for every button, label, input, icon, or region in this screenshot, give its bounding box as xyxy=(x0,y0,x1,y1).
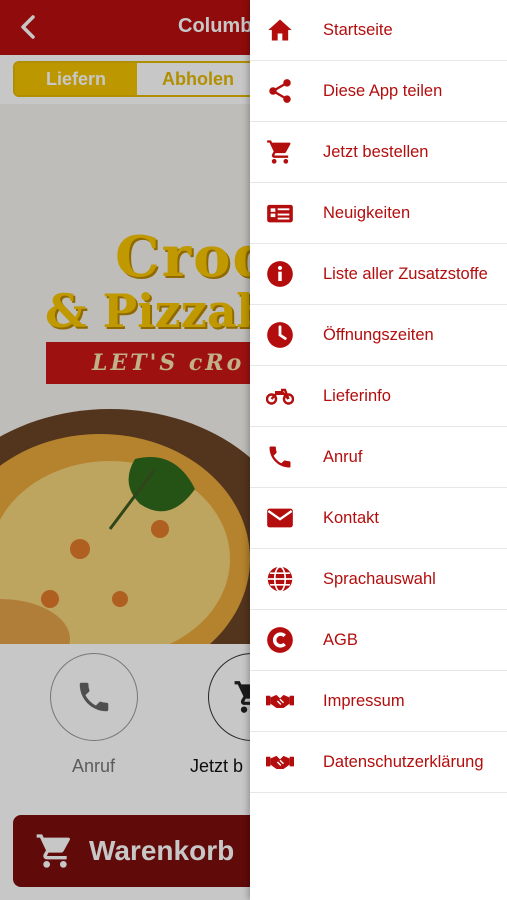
menu-item-label: Startseite xyxy=(323,20,393,39)
menu-item-privacy[interactable]: Datenschutzerklärung xyxy=(250,732,507,793)
handshake-icon xyxy=(266,748,294,776)
menu-item-label: Datenschutzerklärung xyxy=(323,752,484,771)
clock-icon xyxy=(266,321,294,349)
menu-item-terms[interactable]: AGB xyxy=(250,610,507,671)
menu-item-call[interactable]: Anruf xyxy=(250,427,507,488)
phone-icon xyxy=(266,443,294,471)
side-drawer: Startseite Diese App teilen Jetzt bestel… xyxy=(250,0,507,900)
menu-item-share[interactable]: Diese App teilen xyxy=(250,61,507,122)
share-icon xyxy=(266,77,294,105)
motorcycle-icon xyxy=(266,382,294,410)
menu-item-label: Kontakt xyxy=(323,508,379,527)
menu-item-delivery-info[interactable]: Lieferinfo xyxy=(250,366,507,427)
menu-item-news[interactable]: Neuigkeiten xyxy=(250,183,507,244)
menu-item-label: Liste aller Zusatzstoffe xyxy=(323,264,488,283)
news-icon xyxy=(266,199,294,227)
menu-item-label: Diese App teilen xyxy=(323,81,443,100)
info-icon xyxy=(266,260,294,288)
menu-item-imprint[interactable]: Impressum xyxy=(250,671,507,732)
menu-item-label: Sprachauswahl xyxy=(323,569,436,588)
globe-icon xyxy=(266,565,294,593)
cart-icon xyxy=(266,138,294,166)
menu-item-opening-hours[interactable]: Öffnungszeiten xyxy=(250,305,507,366)
menu-item-label: AGB xyxy=(323,630,358,649)
menu-item-language[interactable]: Sprachauswahl xyxy=(250,549,507,610)
menu-item-label: Impressum xyxy=(323,691,405,710)
menu-item-label: Öffnungszeiten xyxy=(323,325,434,344)
menu-item-label: Jetzt bestellen xyxy=(323,142,429,161)
menu-item-label: Lieferinfo xyxy=(323,386,391,405)
handshake-icon xyxy=(266,687,294,715)
envelope-icon xyxy=(266,504,294,532)
menu-item-additives[interactable]: Liste aller Zusatzstoffe xyxy=(250,244,507,305)
menu-item-contact[interactable]: Kontakt xyxy=(250,488,507,549)
home-icon xyxy=(266,16,294,44)
copyright-icon xyxy=(266,626,294,654)
menu-item-label: Neuigkeiten xyxy=(323,203,411,222)
menu-item-order[interactable]: Jetzt bestellen xyxy=(250,122,507,183)
menu-item-startseite[interactable]: Startseite xyxy=(250,0,507,61)
menu-item-label: Anruf xyxy=(323,447,363,466)
